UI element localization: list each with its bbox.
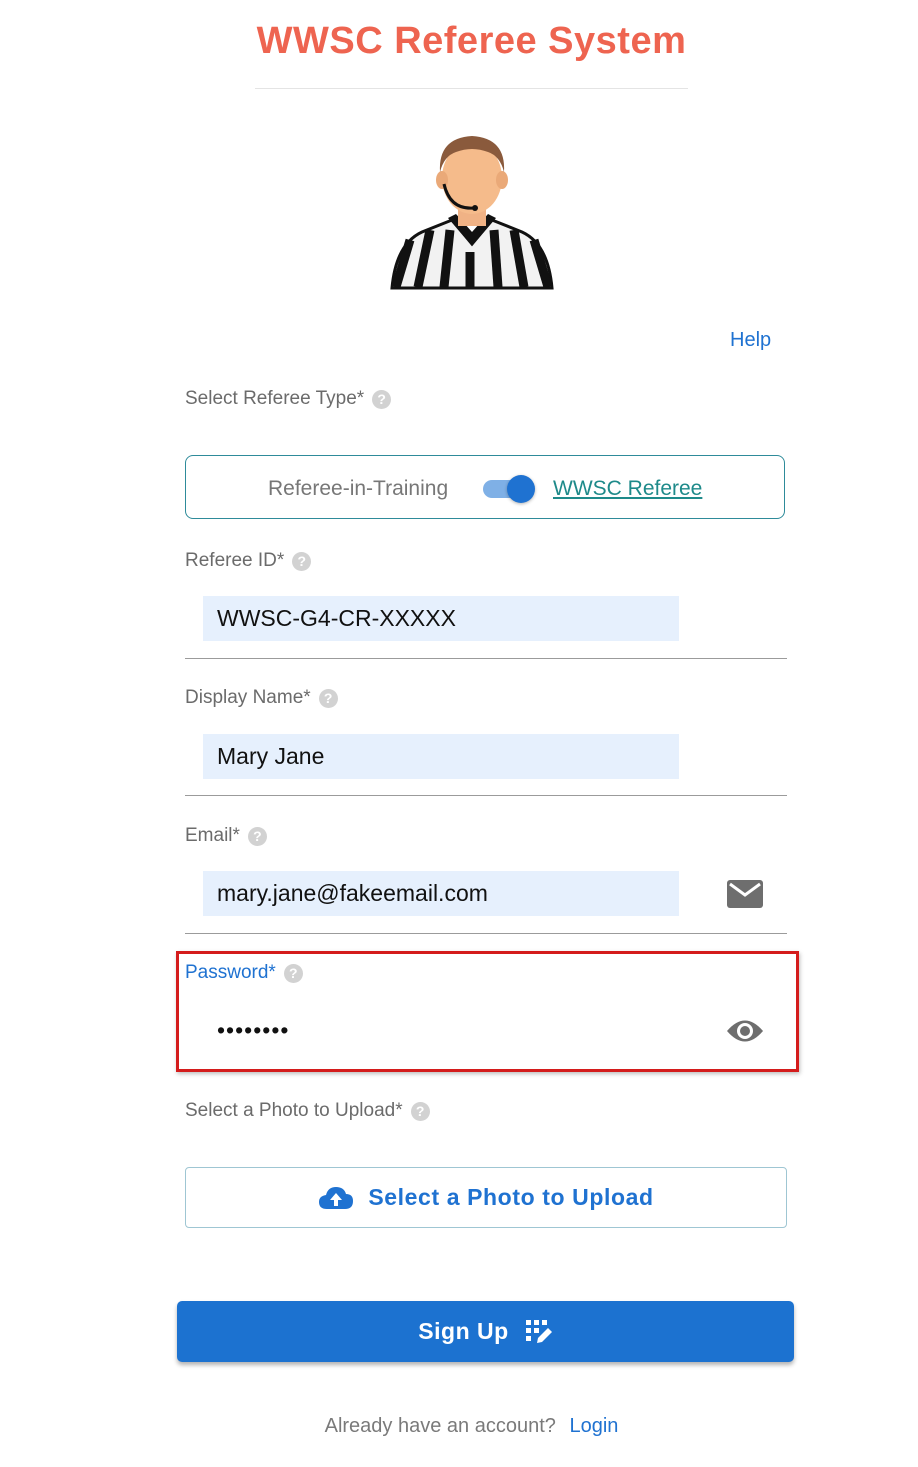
toggle-knob <box>507 475 535 503</box>
email-label-text: Email* <box>185 825 240 846</box>
sign-up-label: Sign Up <box>418 1318 509 1344</box>
question-circle-icon[interactable]: ? <box>410 1101 430 1121</box>
password-input[interactable] <box>203 1008 679 1053</box>
login-prompt: Already have an account? Login <box>0 1415 918 1438</box>
display-name-label: Display Name* ? <box>185 687 338 709</box>
password-label: Password* ? <box>185 962 303 984</box>
select-photo-label: Select a Photo to Upload <box>368 1184 654 1210</box>
title-divider <box>255 88 688 89</box>
question-circle-icon[interactable]: ? <box>372 389 392 409</box>
grid-pencil-icon <box>525 1319 552 1343</box>
referee-id-input[interactable] <box>203 596 679 641</box>
page-title: WWSC Referee System <box>256 20 687 62</box>
referee-in-training-option[interactable]: Referee-in-Training <box>268 477 448 501</box>
login-link[interactable]: Login <box>569 1415 618 1437</box>
photo-label-text: Select a Photo to Upload* <box>185 1100 403 1121</box>
display-name-input[interactable] <box>203 734 679 779</box>
referee-type-label-text: Select Referee Type* <box>185 388 365 409</box>
referee-type-toggle[interactable] <box>483 474 537 504</box>
question-circle-icon[interactable]: ? <box>292 551 312 571</box>
sign-up-button[interactable]: Sign Up <box>177 1301 794 1362</box>
wwsc-referee-option[interactable]: WWSC Referee <box>553 477 702 501</box>
envelope-icon <box>727 880 763 908</box>
referee-id-label: Referee ID* ? <box>185 550 312 572</box>
question-circle-icon[interactable]: ? <box>283 963 303 983</box>
photo-label: Select a Photo to Upload* ? <box>185 1100 430 1122</box>
login-prompt-text: Already have an account? <box>324 1415 556 1437</box>
eye-icon[interactable] <box>725 1016 765 1046</box>
question-circle-icon[interactable]: ? <box>247 826 267 846</box>
select-photo-button[interactable]: Select a Photo to Upload <box>185 1167 787 1228</box>
display-name-underline <box>185 795 787 796</box>
question-circle-icon[interactable]: ? <box>318 688 338 708</box>
email-input[interactable] <box>203 871 679 916</box>
referee-id-label-text: Referee ID* <box>185 550 285 571</box>
email-underline <box>185 933 787 934</box>
display-name-label-text: Display Name* <box>185 687 311 708</box>
email-label: Email* ? <box>185 825 267 847</box>
referee-avatar <box>390 136 554 290</box>
password-label-text: Password* <box>185 962 276 983</box>
help-link[interactable]: Help <box>730 329 771 352</box>
referee-id-underline <box>185 658 787 659</box>
cloud-upload-icon <box>319 1186 354 1209</box>
referee-type-label: Select Referee Type* ? <box>185 388 392 410</box>
